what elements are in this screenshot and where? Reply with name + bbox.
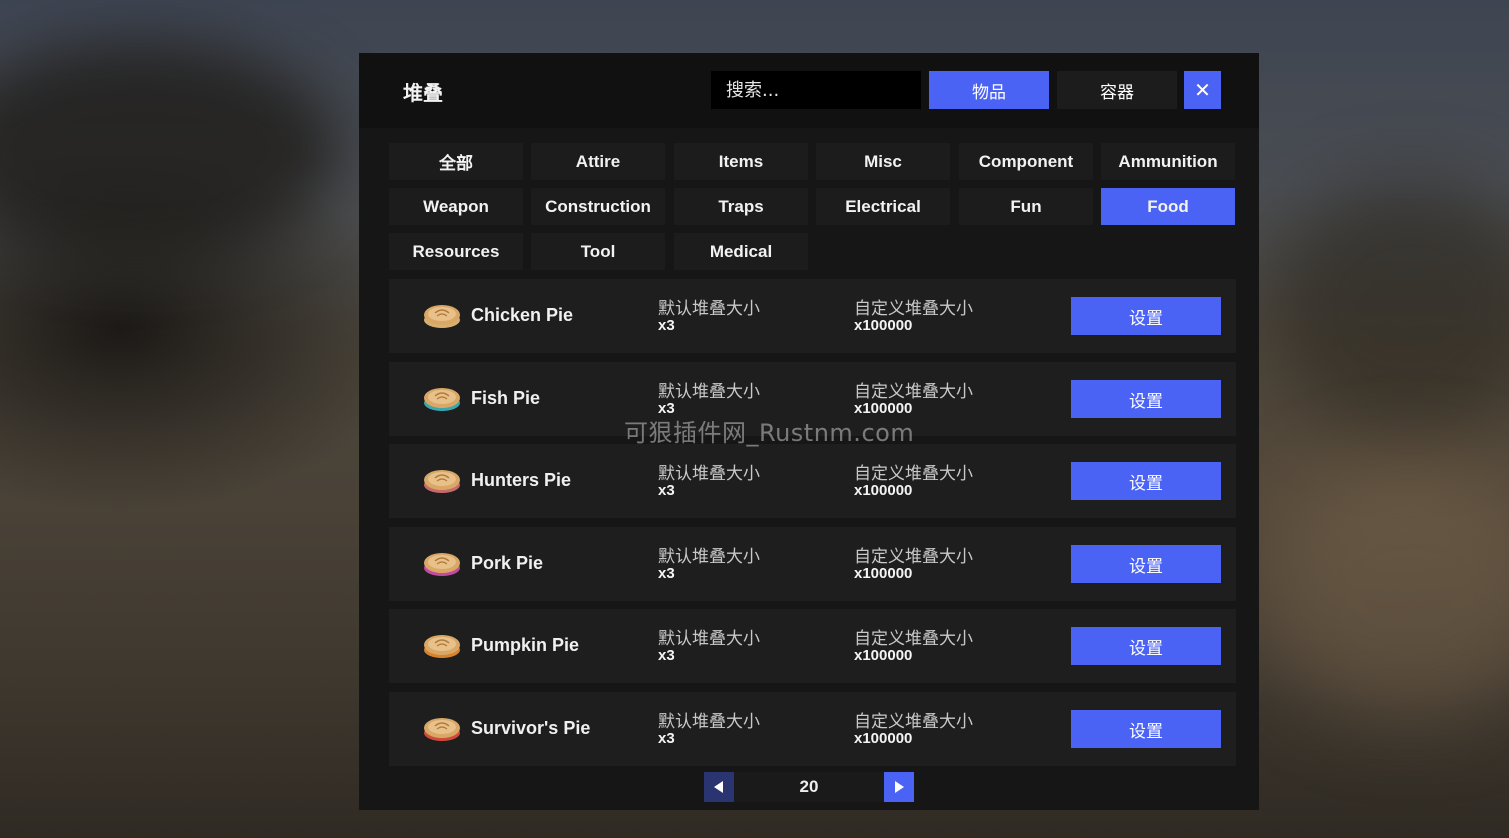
category-tab-all[interactable]: 全部 [389, 143, 523, 180]
category-tab-misc[interactable]: Misc [816, 143, 950, 180]
items-mode-button[interactable]: 物品 [929, 71, 1049, 109]
default-stack-label: 默认堆叠大小 [658, 629, 760, 649]
custom-stack-label: 自定义堆叠大小 [854, 712, 973, 732]
category-tab-component[interactable]: Component [959, 143, 1093, 180]
item-row: Hunters Pie 默认堆叠大小 x3 自定义堆叠大小 x100000 设置 [389, 444, 1236, 518]
background-blur-shape [1260, 460, 1509, 720]
item-row: Survivor's Pie 默认堆叠大小 x3 自定义堆叠大小 x100000… [389, 692, 1236, 766]
category-tab-weapon[interactable]: Weapon [389, 188, 523, 225]
next-page-button[interactable] [884, 772, 914, 802]
pie-icon [424, 718, 460, 741]
pagination: 20 [704, 772, 914, 802]
category-tab-medical[interactable]: Medical [674, 233, 808, 270]
default-stack-value: x3 [658, 647, 675, 664]
watermark-text: 可狠插件网_Rustnm.com [624, 419, 915, 447]
close-icon: ✕ [1194, 79, 1211, 102]
pie-icon [424, 388, 460, 411]
custom-stack-value: x100000 [854, 482, 913, 499]
item-row: Chicken Pie 默认堆叠大小 x3 自定义堆叠大小 x100000 设置 [389, 279, 1236, 353]
item-row: Pumpkin Pie 默认堆叠大小 x3 自定义堆叠大小 x100000 设置 [389, 609, 1236, 683]
set-button[interactable]: 设置 [1071, 380, 1221, 418]
custom-stack-value: x100000 [854, 317, 913, 334]
triangle-right-icon [895, 781, 904, 793]
category-tab-resources[interactable]: Resources [389, 233, 523, 270]
pie-icon [424, 305, 460, 328]
item-name: Hunters Pie [471, 470, 572, 490]
custom-stack-label: 自定义堆叠大小 [854, 547, 973, 567]
item-name: Chicken Pie [471, 305, 574, 325]
default-stack-value: x3 [658, 317, 675, 334]
item-name: Survivor's Pie [471, 718, 591, 738]
custom-stack-value: x100000 [854, 647, 913, 664]
page-number: 20 [734, 772, 884, 802]
category-tab-attire[interactable]: Attire [531, 143, 665, 180]
default-stack-label: 默认堆叠大小 [658, 464, 760, 484]
category-tab-items[interactable]: Items [674, 143, 808, 180]
default-stack-value: x3 [658, 565, 675, 582]
category-tab-food[interactable]: Food [1101, 188, 1235, 225]
default-stack-label: 默认堆叠大小 [658, 547, 760, 567]
category-tab-tool[interactable]: Tool [531, 233, 665, 270]
category-tab-fun[interactable]: Fun [959, 188, 1093, 225]
item-name: Pork Pie [471, 553, 544, 573]
panel-title: 堆叠 [403, 81, 443, 105]
close-button[interactable]: ✕ [1184, 71, 1221, 109]
set-button[interactable]: 设置 [1071, 545, 1221, 583]
search-input[interactable] [711, 71, 921, 109]
custom-stack-label: 自定义堆叠大小 [854, 382, 973, 402]
pie-icon [424, 635, 460, 658]
default-stack-label: 默认堆叠大小 [658, 299, 760, 319]
category-tab-construction[interactable]: Construction [531, 188, 665, 225]
item-name: Fish Pie [471, 388, 541, 408]
panel-header: 堆叠 物品 容器 ✕ [359, 53, 1259, 128]
pie-icon [424, 470, 460, 493]
set-button[interactable]: 设置 [1071, 462, 1221, 500]
default-stack-value: x3 [658, 482, 675, 499]
background-blur-shape [0, 40, 340, 260]
custom-stack-value: x100000 [854, 565, 913, 582]
prev-page-button[interactable] [704, 772, 734, 802]
background-blur-shape [1270, 180, 1509, 440]
containers-mode-button[interactable]: 容器 [1057, 71, 1177, 109]
default-stack-value: x3 [658, 730, 675, 747]
custom-stack-value: x100000 [854, 730, 913, 747]
category-tab-ammunition[interactable]: Ammunition [1101, 143, 1235, 180]
default-stack-label: 默认堆叠大小 [658, 382, 760, 402]
category-tab-electrical[interactable]: Electrical [816, 188, 950, 225]
item-name: Pumpkin Pie [471, 635, 580, 655]
pie-icon [424, 553, 460, 576]
item-row: Pork Pie 默认堆叠大小 x3 自定义堆叠大小 x100000 设置 [389, 527, 1236, 601]
custom-stack-label: 自定义堆叠大小 [854, 629, 973, 649]
custom-stack-label: 自定义堆叠大小 [854, 299, 973, 319]
set-button[interactable]: 设置 [1071, 710, 1221, 748]
custom-stack-label: 自定义堆叠大小 [854, 464, 973, 484]
set-button[interactable]: 设置 [1071, 627, 1221, 665]
set-button[interactable]: 设置 [1071, 297, 1221, 335]
category-tab-traps[interactable]: Traps [674, 188, 808, 225]
triangle-left-icon [714, 781, 723, 793]
default-stack-label: 默认堆叠大小 [658, 712, 760, 732]
